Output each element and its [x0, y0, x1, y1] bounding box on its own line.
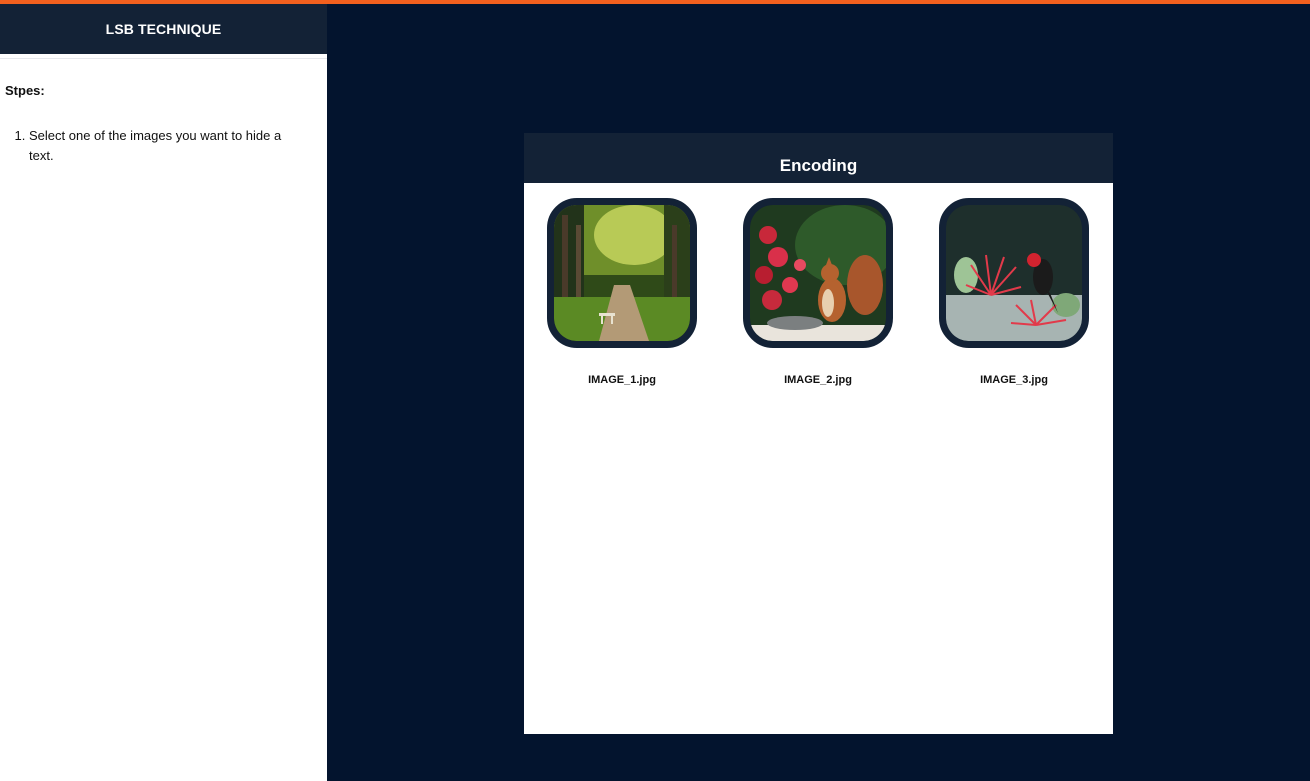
squirrel-image	[750, 205, 886, 341]
sidebar-title: LSB TECHNIQUE	[0, 4, 327, 54]
image-option-2[interactable]: IMAGE_2.jpg	[743, 198, 893, 386]
image-label: IMAGE_1.jpg	[588, 374, 656, 386]
sidebar-divider	[0, 58, 327, 59]
bird-image	[946, 205, 1082, 341]
forest-path-image	[554, 205, 690, 341]
steps-title: Stpes:	[5, 83, 45, 98]
image-thumbnail[interactable]	[547, 198, 697, 348]
encoding-panel: Encoding IMAGE_1.jpg IMAGE_2.jpg IMAGE_3…	[524, 133, 1113, 734]
sidebar: LSB TECHNIQUE Stpes: Select one of the i…	[0, 4, 327, 781]
image-thumbnail[interactable]	[743, 198, 893, 348]
image-option-1[interactable]: IMAGE_1.jpg	[547, 198, 697, 386]
steps-list: Select one of the images you want to hid…	[29, 126, 309, 166]
step-item: Select one of the images you want to hid…	[29, 126, 309, 166]
image-label: IMAGE_2.jpg	[784, 374, 852, 386]
image-thumbnail[interactable]	[939, 198, 1089, 348]
image-option-3[interactable]: IMAGE_3.jpg	[939, 198, 1089, 386]
panel-title: Encoding	[524, 133, 1113, 183]
image-label: IMAGE_3.jpg	[980, 374, 1048, 386]
